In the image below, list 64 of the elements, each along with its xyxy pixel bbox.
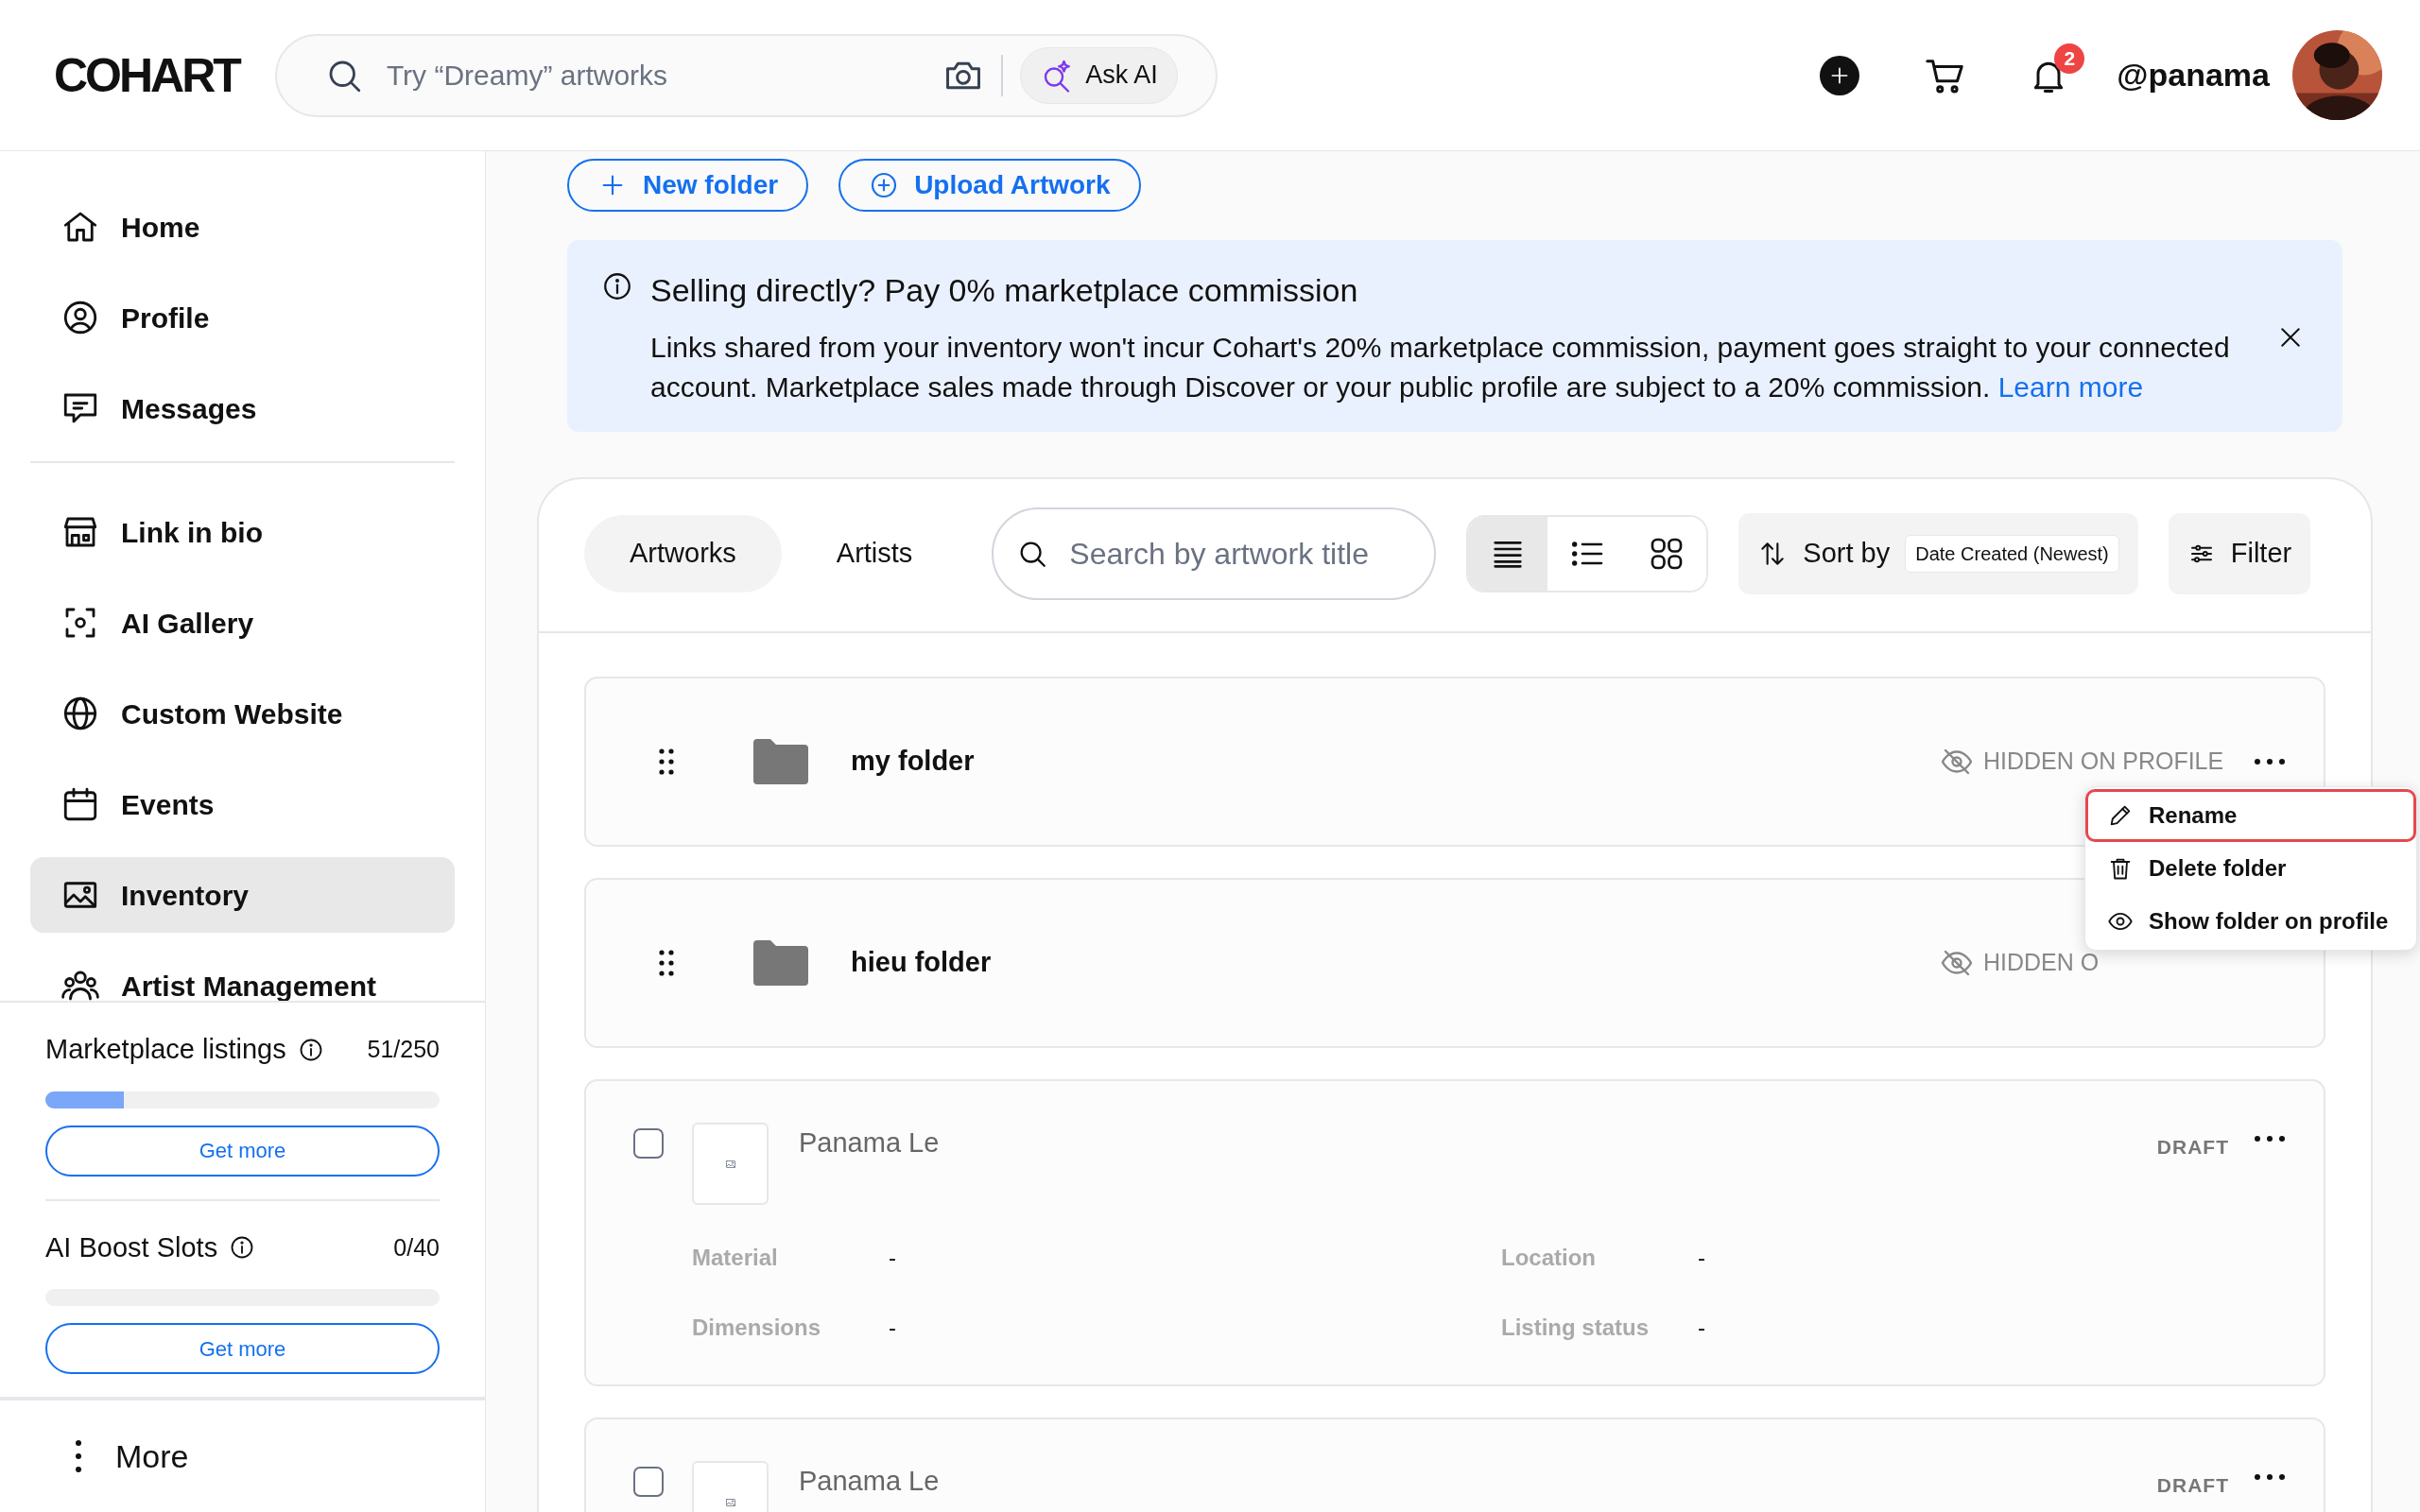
sort-label: Sort by xyxy=(1803,537,1891,571)
tab[interactable]: Artists xyxy=(790,515,959,593)
more-options-button[interactable] xyxy=(2254,1472,2286,1482)
artwork-title: Panama Le xyxy=(799,1126,940,1160)
vertical-dots-icon xyxy=(74,1438,83,1474)
logo[interactable]: COHART xyxy=(54,44,243,106)
add-button[interactable] xyxy=(1820,55,1860,95)
nav-item[interactable]: Home xyxy=(30,189,455,265)
tab[interactable]: Artworks xyxy=(584,515,782,593)
field-value: - xyxy=(1698,1244,1705,1272)
search-bar[interactable]: Try “Dreamy” artworks Ask AI xyxy=(274,33,1218,117)
banner-title: Selling directly? Pay 0% marketplace commission xyxy=(650,271,1359,310)
quota-label: Marketplace listings xyxy=(45,1033,286,1066)
more-options-button[interactable] xyxy=(2254,1134,2286,1143)
nav-item[interactable]: Custom Website xyxy=(30,676,455,751)
nav-item[interactable]: Link in bio xyxy=(30,494,455,570)
get-more-button[interactable]: Get more xyxy=(45,1125,440,1177)
search-field[interactable]: Search by artwork title xyxy=(992,507,1437,600)
ask-ai-button[interactable]: Ask AI xyxy=(1020,46,1178,104)
quota-count: 0/40 xyxy=(393,1232,440,1263)
get-more-button[interactable]: Get more xyxy=(45,1323,440,1374)
nav-item[interactable]: Artist Management xyxy=(30,948,455,1001)
folder-name: hieu folder xyxy=(851,946,992,980)
folder-name: my folder xyxy=(851,745,975,779)
field-value: - xyxy=(889,1244,896,1272)
sort-value: Date Created (Newest) xyxy=(1905,535,2119,573)
menu-item[interactable]: Rename xyxy=(2085,789,2416,842)
username[interactable]: @panama xyxy=(2117,51,2270,99)
nav-item[interactable]: Profile xyxy=(30,280,455,355)
field-label: Dimensions xyxy=(692,1314,822,1342)
notification-badge: 2 xyxy=(2054,43,2085,74)
action-button[interactable]: Upload Artwork xyxy=(838,159,1141,212)
action-button[interactable]: New folder xyxy=(567,159,809,212)
more-icon xyxy=(2254,1134,2286,1143)
filter-button[interactable]: Filter xyxy=(2168,513,2311,594)
quota-label: AI Boost Slots xyxy=(45,1230,218,1264)
view-toggle[interactable] xyxy=(1468,517,1548,591)
field-label: Listing status xyxy=(1501,1314,1650,1342)
more-icon xyxy=(2254,757,2286,766)
banner-text: Links shared from your inventory won't incur Cohart's 20% marketplace commission, payment goes straight to your connected account. Marketplace sales made through Discover or your public profile are subject to a 20% commission. Learn more xyxy=(650,331,2231,404)
status-label: DRAFT xyxy=(2156,1473,2229,1498)
artwork-title: Panama Le xyxy=(799,1465,940,1498)
field-value: - xyxy=(889,1314,896,1342)
nav-item[interactable]: Inventory xyxy=(30,857,455,933)
visibility-label: HIDDEN ON PROFILE xyxy=(1983,747,2224,777)
field-label: Location xyxy=(1501,1244,1597,1272)
field-value: - xyxy=(1698,1314,1705,1342)
sort-button[interactable]: Sort by Date Created (Newest) xyxy=(1738,513,2138,594)
checkbox[interactable] xyxy=(633,1128,664,1159)
status-label: DRAFT xyxy=(2156,1135,2229,1160)
more-icon xyxy=(2254,1472,2286,1482)
drag-handle-icon xyxy=(658,747,675,776)
search-input[interactable]: Try “Dreamy” artworks xyxy=(386,54,943,96)
field-label: Material xyxy=(692,1244,779,1272)
info-icon xyxy=(601,270,633,302)
checkbox[interactable] xyxy=(633,1467,664,1497)
nav-item[interactable]: Events xyxy=(30,766,455,842)
nav-item[interactable]: AI Gallery xyxy=(30,585,455,661)
nav-item[interactable]: Messages xyxy=(30,370,455,446)
learn-more-link[interactable]: Learn more xyxy=(1997,371,2144,403)
visibility-label: HIDDEN O xyxy=(1983,948,2100,978)
quota-count: 51/250 xyxy=(367,1035,440,1064)
drag-handle-icon xyxy=(658,949,675,977)
more-options-button[interactable] xyxy=(2254,757,2286,766)
